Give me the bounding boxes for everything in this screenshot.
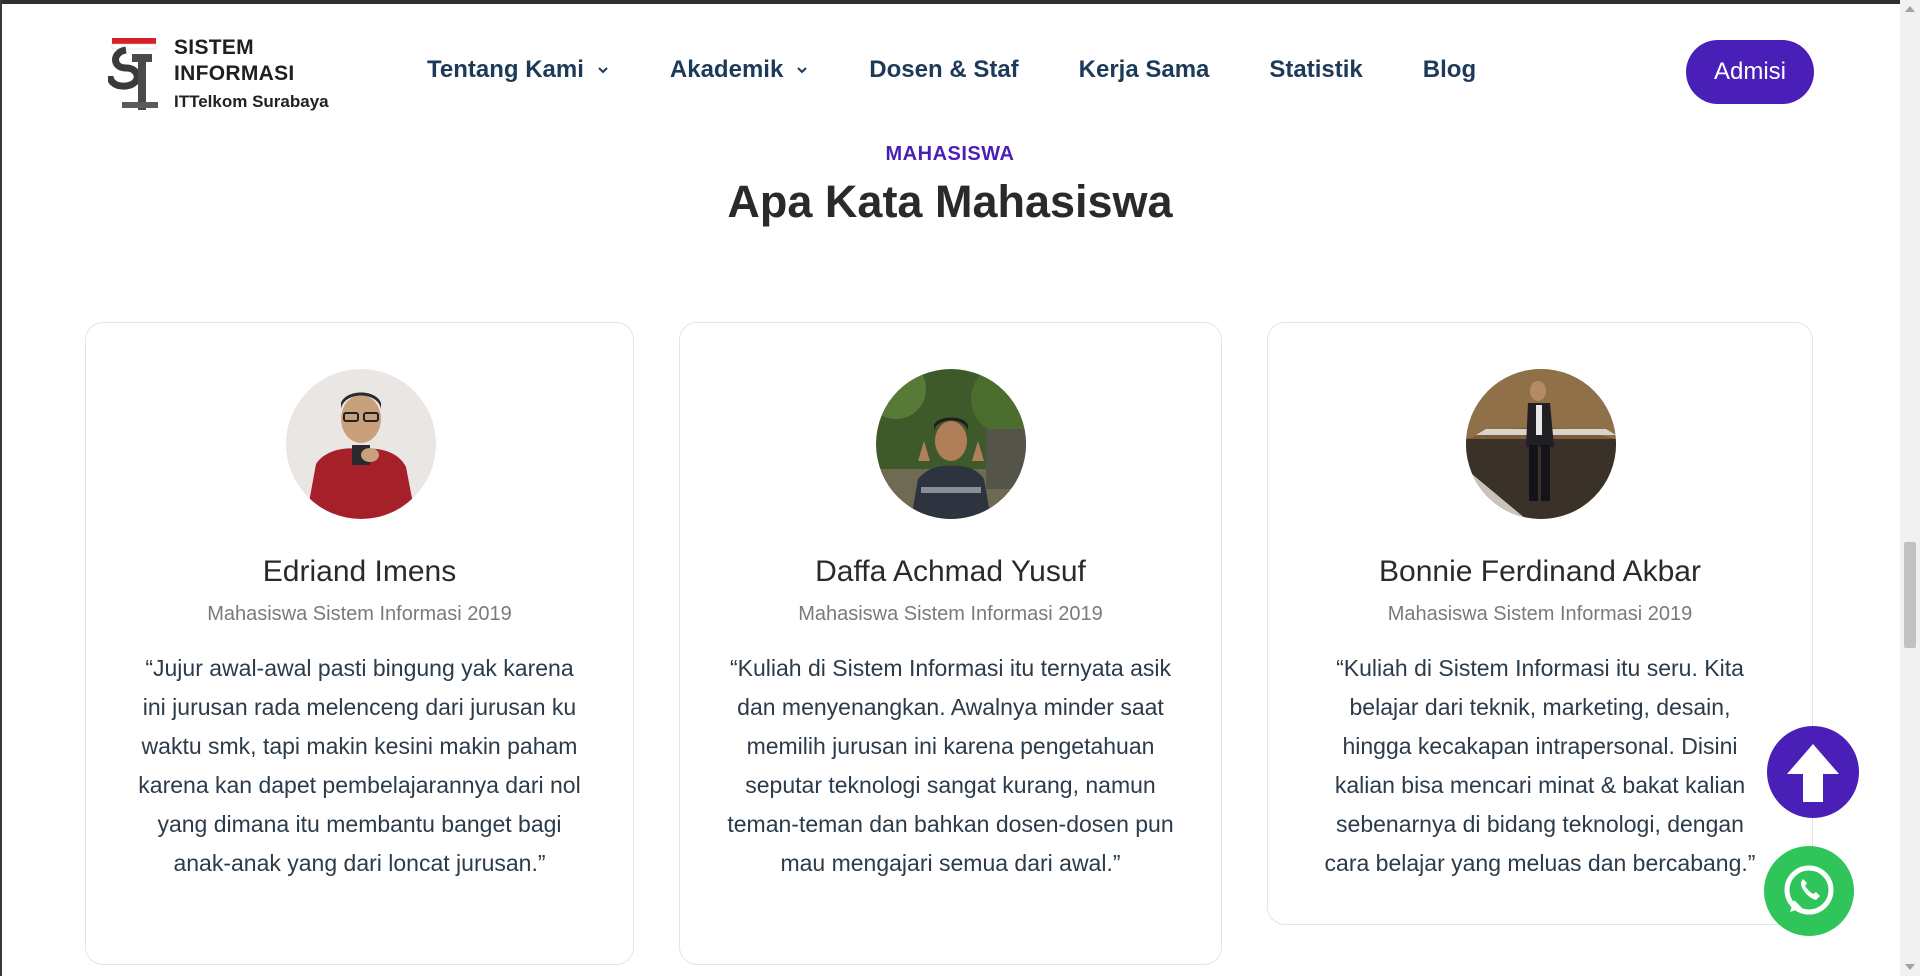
chevron-down-icon bbox=[797, 67, 808, 74]
testimonial-role: Mahasiswa Sistem Informasi 2019 bbox=[207, 603, 512, 625]
testimonial-role: Mahasiswa Sistem Informasi 2019 bbox=[798, 603, 1103, 625]
nav-item-akademik[interactable]: Akademik bbox=[670, 56, 809, 84]
whatsapp-button[interactable] bbox=[1764, 846, 1854, 936]
site-logo[interactable]: SISTEM INFORMASI ITTelkom Surabaya bbox=[108, 32, 338, 118]
nav-item-kerja-sama[interactable]: Kerja Sama bbox=[1079, 56, 1210, 84]
page-scrollbar[interactable] bbox=[1900, 0, 1920, 976]
logo-text-line3: ITTelkom Surabaya bbox=[174, 92, 329, 111]
logo-text-line1: SISTEM bbox=[174, 36, 254, 59]
logo-emblem-icon bbox=[108, 38, 158, 110]
scroll-up-arrow-icon[interactable] bbox=[1905, 6, 1915, 12]
section-title: Apa Kata Mahasiswa bbox=[727, 176, 1173, 227]
testimonial-name: Bonnie Ferdinand Akbar bbox=[1379, 555, 1701, 588]
nav-item-statistik[interactable]: Statistik bbox=[1269, 56, 1362, 84]
nav-item-label: Statistik bbox=[1269, 56, 1363, 83]
site-header: SISTEM INFORMASI ITTelkom Surabaya Tenta… bbox=[0, 4, 1900, 140]
arrow-up-icon bbox=[1787, 744, 1839, 802]
chevron-down-icon bbox=[598, 67, 608, 74]
nav-item-dosen-staf[interactable]: Dosen & Staf bbox=[869, 56, 1018, 84]
scroll-down-arrow-icon[interactable] bbox=[1905, 964, 1915, 970]
admisi-button[interactable]: Admisi bbox=[1686, 40, 1814, 104]
testimonial-name: Edriand Imens bbox=[262, 555, 457, 588]
section-eyebrow: MAHASISWA bbox=[885, 143, 1015, 165]
scrollbar-thumb[interactable] bbox=[1904, 542, 1916, 648]
avatar bbox=[1466, 369, 1616, 519]
nav-item-tentang-kami[interactable]: Tentang Kami bbox=[427, 56, 610, 84]
avatar bbox=[876, 369, 1026, 519]
main-nav: Tentang Kami Akademik Dosen & Staf Kerja… bbox=[427, 56, 1536, 84]
testimonial-name: Daffa Achmad Yusuf bbox=[815, 555, 1086, 588]
testimonial-card: Daffa Achmad Yusuf Mahasiswa Sistem Info… bbox=[679, 322, 1222, 965]
whatsapp-icon bbox=[1784, 865, 1834, 915]
nav-item-label: Akademik bbox=[669, 56, 784, 83]
nav-item-label: Dosen & Staf bbox=[869, 56, 1019, 83]
testimonial-quote: “Kuliah di Sistem Informasi itu ternyata… bbox=[727, 655, 1174, 876]
testimonial-role: Mahasiswa Sistem Informasi 2019 bbox=[1387, 603, 1693, 625]
nav-item-label: Kerja Sama bbox=[1078, 56, 1210, 83]
scroll-to-top-button[interactable] bbox=[1767, 726, 1859, 818]
avatar bbox=[286, 369, 436, 519]
nav-item-label: Blog bbox=[1422, 56, 1477, 83]
logo-text-line2: INFORMASI bbox=[174, 62, 295, 85]
nav-item-label: Tentang Kami bbox=[427, 56, 584, 83]
testimonial-card: Bonnie Ferdinand Akbar Mahasiswa Sistem … bbox=[1267, 322, 1813, 925]
nav-item-blog[interactable]: Blog bbox=[1423, 56, 1476, 84]
testimonial-quote: “Kuliah di Sistem Informasi itu seru. Ki… bbox=[1324, 655, 1756, 876]
testimonial-quote: “Jujur awal-awal pasti bingung yak karen… bbox=[138, 655, 581, 876]
testimonial-card: Edriand Imens Mahasiswa Sistem Informasi… bbox=[85, 322, 634, 965]
